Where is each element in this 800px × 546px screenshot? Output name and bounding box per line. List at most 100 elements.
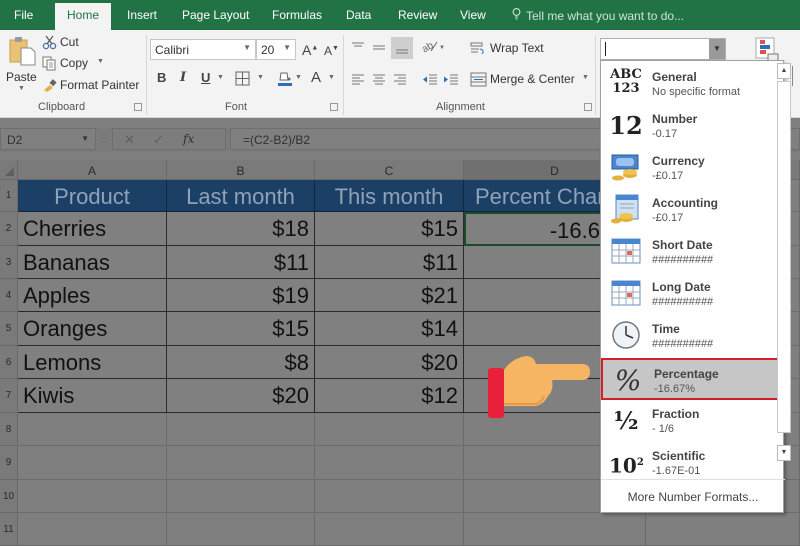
table-cell[interactable]: Kiwis [18,379,167,413]
row-header[interactable]: 2 [0,212,18,246]
italic-button[interactable]: I [180,70,186,85]
empty-cell[interactable] [167,513,315,546]
fill-color-icon[interactable] [277,70,293,92]
table-cell[interactable]: Apples [18,279,167,312]
merge-center-button[interactable]: Merge & Center ▼ [470,71,590,89]
format-option-percentage[interactable]: % Percentage -16.67% [601,358,782,400]
header-cell[interactable]: This month [315,180,464,212]
row-header[interactable]: 6 [0,346,18,379]
empty-cell[interactable] [464,513,646,546]
bold-button[interactable]: B [157,70,166,85]
table-cell[interactable]: Bananas [18,246,167,279]
format-option-number[interactable]: 12 Number -0.17 [601,105,779,147]
header-cell[interactable]: Product [18,180,167,212]
format-option-short-date[interactable]: Short Date ########## [601,231,779,273]
tab-file[interactable]: File [14,8,33,22]
empty-cell[interactable] [18,413,167,446]
font-launcher-icon[interactable] [330,103,338,111]
tab-formulas[interactable]: Formulas [272,8,322,22]
format-option-scientific[interactable]: 102 Scientific -1.67E-01 [601,442,779,484]
table-cell[interactable]: $20 [315,346,464,379]
orientation-icon[interactable]: ab ▼ [420,39,445,58]
empty-cell[interactable] [315,513,464,546]
tab-review[interactable]: Review [398,8,437,22]
formula-bar-grip-icon[interactable]: ⋮ [99,133,109,144]
copy-dropdown-icon[interactable]: ▼ [97,58,104,65]
empty-cell[interactable] [18,480,167,513]
align-top-icon[interactable] [351,40,365,58]
row-header[interactable]: 1 [0,180,18,212]
tab-view[interactable]: View [460,8,486,22]
font-color-dropdown-icon[interactable]: ▼ [328,74,335,81]
table-cell[interactable]: $19 [167,279,315,312]
empty-cell[interactable] [315,413,464,446]
paste-dropdown-icon[interactable]: ▼ [18,85,25,92]
cancel-icon[interactable]: ✕ [124,132,135,148]
select-all-button[interactable] [0,160,18,180]
row-header[interactable]: 10 [0,480,18,513]
format-painter-button[interactable]: Format Painter [42,77,142,95]
table-cell[interactable]: Lemons [18,346,167,379]
wrap-text-button[interactable]: Wrap Text [470,40,550,58]
enter-icon[interactable]: ✓ [153,132,164,148]
font-color-button[interactable]: A [311,69,321,86]
row-header[interactable]: 7 [0,379,18,413]
scroll-down-button[interactable]: ▼ [777,445,791,461]
row-header[interactable]: 9 [0,446,18,480]
tab-home[interactable]: Home [55,3,112,30]
tab-insert[interactable]: Insert [127,8,157,22]
merge-dropdown-icon[interactable]: ▼ [582,74,589,81]
active-cell-d2[interactable]: -16.6 [464,212,600,246]
font-family-select[interactable]: Calibri ▼ [150,39,256,60]
cut-button[interactable]: Cut [42,34,102,52]
decrease-indent-icon[interactable] [422,73,438,91]
column-header-b[interactable]: B [167,160,315,180]
empty-cell[interactable] [167,446,315,480]
name-box[interactable]: D2 ▼ [0,128,96,150]
format-option-long-date[interactable]: Long Date ########## [601,273,779,315]
copy-button[interactable]: Copy ▼ [42,55,112,73]
align-center-icon[interactable] [372,73,386,91]
table-cell[interactable]: Oranges [18,312,167,346]
paste-button[interactable]: Paste ▼ [4,34,38,96]
table-cell[interactable]: Cherries [18,212,167,246]
column-header-a[interactable]: A [18,160,167,180]
format-option-currency[interactable]: Currency -£0.17 [601,147,779,189]
table-cell[interactable]: $11 [167,246,315,279]
empty-cell[interactable] [167,480,315,513]
more-number-formats-link[interactable]: More Number Formats... [601,479,785,504]
borders-dropdown-icon[interactable]: ▼ [257,74,264,81]
alignment-launcher-icon[interactable] [584,103,592,111]
empty-cell[interactable] [18,513,167,546]
fill-color-dropdown-icon[interactable]: ▼ [295,74,302,81]
empty-cell[interactable] [315,480,464,513]
table-cell[interactable]: $15 [315,212,464,246]
tell-me-box[interactable]: Tell me what you want to do... [512,8,684,23]
table-cell[interactable]: $21 [315,279,464,312]
scroll-up-button[interactable]: ▲ [777,63,791,79]
table-cell[interactable]: $14 [315,312,464,346]
format-option-time[interactable]: Time ########## [601,315,779,357]
table-cell[interactable]: $15 [167,312,315,346]
empty-cell[interactable] [18,446,167,480]
clipboard-launcher-icon[interactable] [134,103,142,111]
table-cell[interactable]: $12 [315,379,464,413]
shrink-font-button[interactable]: A▼ [324,44,339,58]
table-cell[interactable]: $18 [167,212,315,246]
table-cell[interactable]: $8 [167,346,315,379]
insert-function-icon[interactable]: fx [183,132,194,146]
row-header[interactable]: 3 [0,246,18,279]
number-format-input[interactable]: ▼ [600,38,726,60]
row-header[interactable]: 5 [0,312,18,346]
menu-scrollbar-thumb[interactable] [777,81,791,433]
grow-font-button[interactable]: A▲ [302,42,318,58]
borders-icon[interactable] [235,71,250,91]
align-middle-icon[interactable] [372,40,386,58]
row-header[interactable]: 8 [0,413,18,446]
empty-cell[interactable] [646,513,800,546]
table-cell[interactable]: $20 [167,379,315,413]
empty-cell[interactable] [315,446,464,480]
header-cell[interactable]: Last month [167,180,315,212]
table-cell[interactable]: $11 [315,246,464,279]
align-right-icon[interactable] [393,73,407,91]
